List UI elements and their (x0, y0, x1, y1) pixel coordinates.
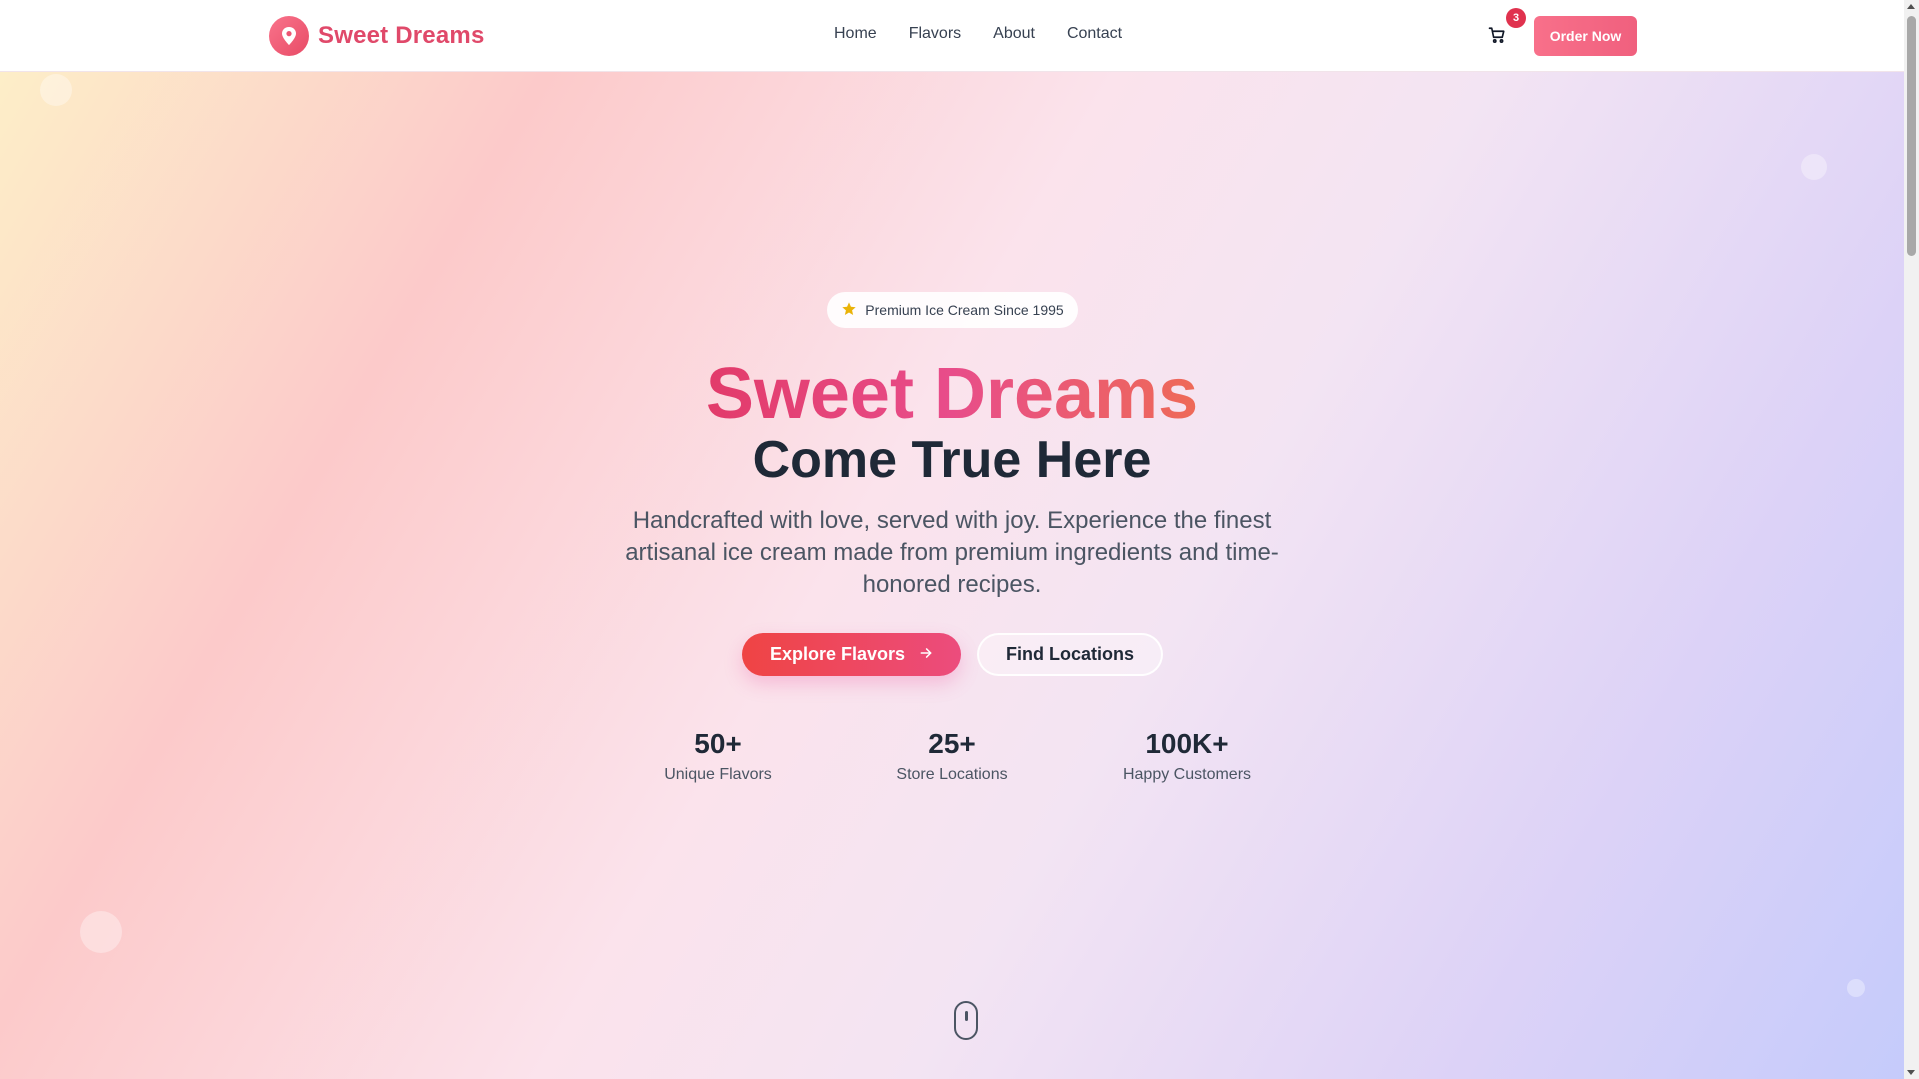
stat-label: Unique Flavors (664, 766, 772, 783)
brand-name: Sweet Dreams (318, 22, 485, 49)
nav-link-home[interactable]: Home (834, 25, 877, 43)
explore-flavors-label: Explore Flavors (769, 644, 906, 664)
mouse-wheel (965, 1011, 968, 1021)
hero-title: Sweet Dreams (0, 352, 1904, 436)
scroll-up-arrow-icon[interactable] (1907, 4, 1915, 9)
decorative-bubble (1801, 154, 1827, 180)
nav-link-contact[interactable]: Contact (1067, 25, 1122, 43)
stat-customers: 100K+ Happy Customers (1097, 726, 1277, 784)
mouse-scroll-icon[interactable] (954, 1001, 978, 1040)
main-nav: Home Flavors About Contact (834, 25, 1122, 43)
premium-badge-label: Premium Ice Cream Since 1995 (865, 302, 1064, 318)
nav-link-about[interactable]: About (993, 25, 1035, 43)
find-locations-button[interactable]: Find Locations (977, 633, 1163, 676)
hero-title-line1: Sweet Dreams (705, 354, 1199, 434)
order-now-button[interactable]: Order Now (1534, 16, 1637, 56)
page: Sweet Dreams Home Flavors About Contact … (0, 0, 1904, 1079)
premium-badge: Premium Ice Cream Since 1995 (827, 292, 1078, 328)
stat-value: 25+ (928, 728, 976, 759)
stat-locations: 25+ Store Locations (862, 726, 1042, 784)
explore-flavors-button[interactable]: Explore Flavors (742, 633, 961, 676)
shopping-cart-icon[interactable] (1488, 26, 1508, 46)
decorative-bubble (40, 74, 72, 106)
decorative-bubble (1847, 979, 1865, 997)
scroll-down-arrow-icon[interactable] (1907, 1070, 1915, 1075)
map-pin-icon (269, 16, 309, 56)
logo[interactable]: Sweet Dreams (269, 16, 485, 56)
star-icon (841, 301, 857, 320)
arrow-right-icon (919, 644, 933, 665)
hero-description: Handcrafted with love, served with joy. … (625, 507, 1279, 598)
decorative-bubble (80, 911, 122, 953)
scrollbar-thumb[interactable] (1907, 16, 1916, 256)
stat-value: 50+ (694, 728, 742, 759)
stat-label: Happy Customers (1122, 766, 1252, 783)
page-scrollbar[interactable] (1904, 0, 1919, 1079)
cart-count-badge: 3 (1506, 8, 1526, 28)
hero-subtitle: Come True Here (752, 431, 1152, 489)
stat-flavors: 50+ Unique Flavors (628, 726, 808, 784)
nav-link-flavors[interactable]: Flavors (909, 25, 961, 43)
stat-value: 100K+ (1145, 728, 1229, 759)
site-header: Sweet Dreams Home Flavors About Contact … (0, 0, 1904, 72)
stat-label: Store Locations (896, 766, 1008, 783)
